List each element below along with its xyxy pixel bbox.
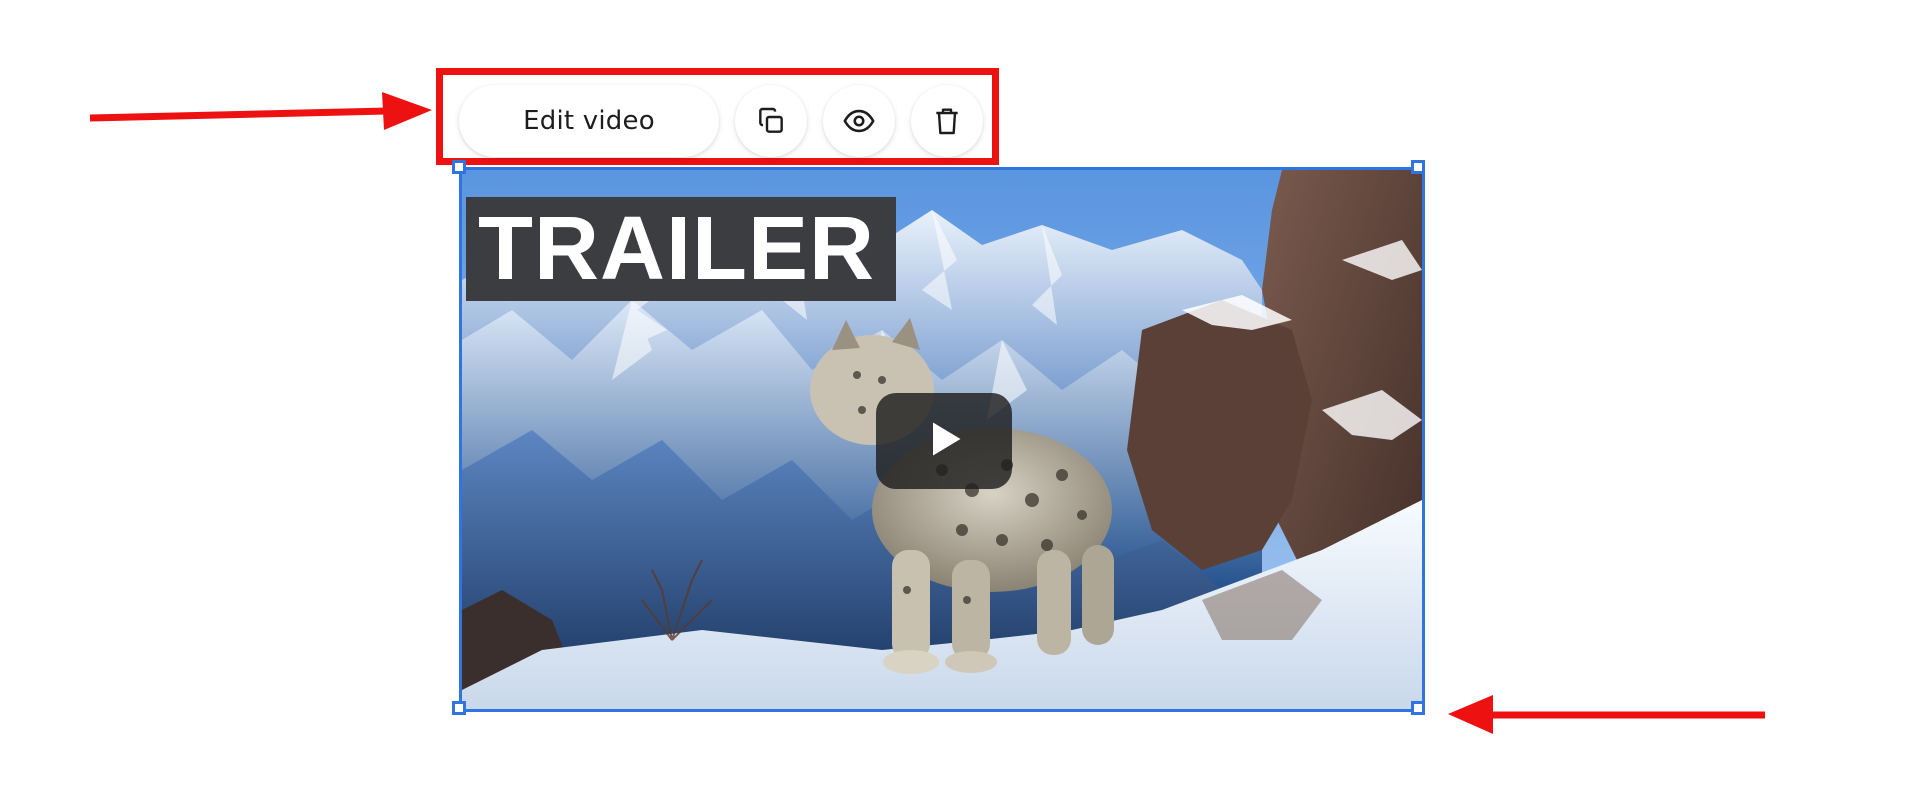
video-toolbar: Edit video [459, 85, 983, 157]
trash-icon [931, 105, 963, 137]
annotation-arrow-right [1448, 695, 1765, 734]
resize-handle-top-left[interactable] [452, 160, 466, 174]
resize-handle-top-right[interactable] [1411, 160, 1425, 174]
trailer-overlay: TRAILER [466, 197, 896, 301]
play-icon [922, 417, 966, 466]
edit-video-button[interactable]: Edit video [459, 85, 719, 157]
resize-handle-bottom-right[interactable] [1411, 701, 1425, 715]
resize-handle-bottom-left[interactable] [452, 701, 466, 715]
preview-button[interactable] [823, 85, 895, 157]
play-button[interactable] [876, 393, 1012, 489]
video-embed[interactable]: TRAILER [459, 167, 1425, 712]
delete-button[interactable] [911, 85, 983, 157]
eye-icon [842, 104, 876, 138]
annotation-arrow-left [89, 92, 432, 130]
duplicate-button[interactable] [735, 85, 807, 157]
duplicate-icon [755, 105, 787, 137]
